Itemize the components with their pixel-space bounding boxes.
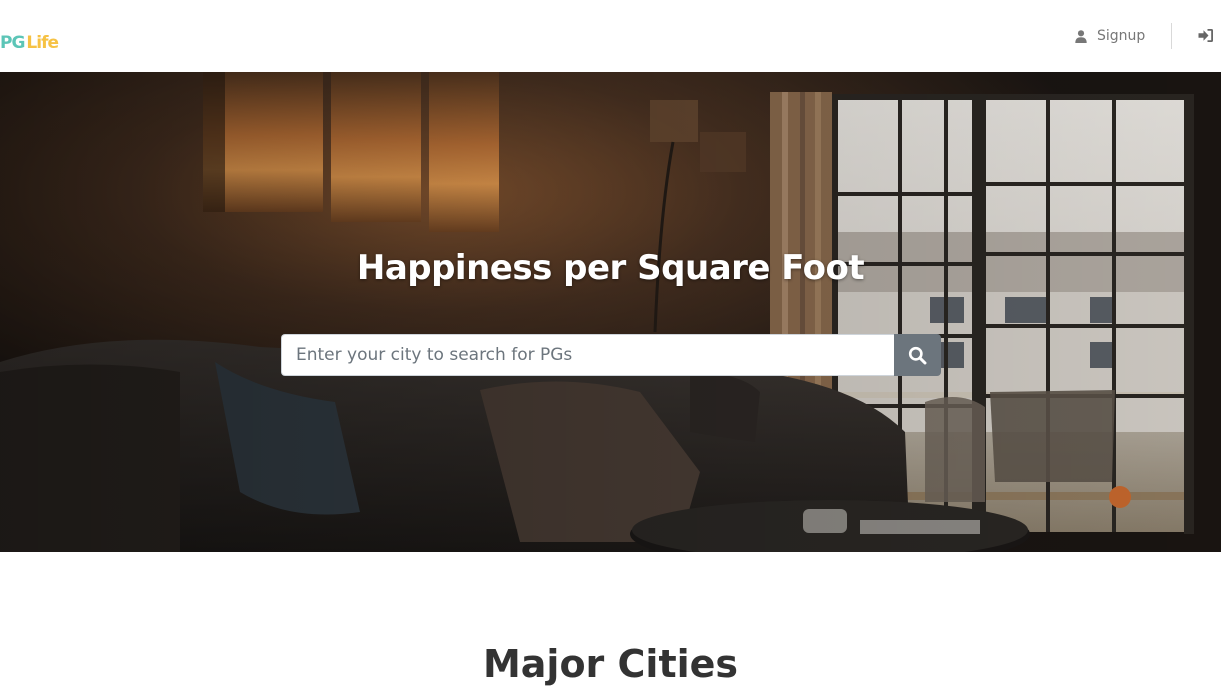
signup-label: Signup (1097, 28, 1146, 44)
major-cities-heading: Major Cities (482, 642, 739, 686)
navbar: PG Life Signup (0, 0, 1221, 72)
city-search-input[interactable] (281, 334, 894, 376)
user-icon (1075, 29, 1087, 43)
city-search-form (281, 334, 941, 376)
hero-background-image (0, 72, 1221, 552)
search-icon (908, 346, 927, 364)
logo-text-life: Life (26, 33, 59, 53)
signup-link[interactable]: Signup (1075, 26, 1145, 46)
search-button[interactable] (894, 334, 941, 376)
hero-banner: Happiness per Square Foot (0, 72, 1221, 552)
sign-in-icon (1198, 29, 1213, 42)
hero-title: Happiness per Square Foot (356, 248, 865, 288)
logo-text-pg: PG (0, 33, 25, 53)
brand-logo[interactable]: PG Life (0, 33, 59, 53)
nav-divider (1171, 23, 1172, 49)
